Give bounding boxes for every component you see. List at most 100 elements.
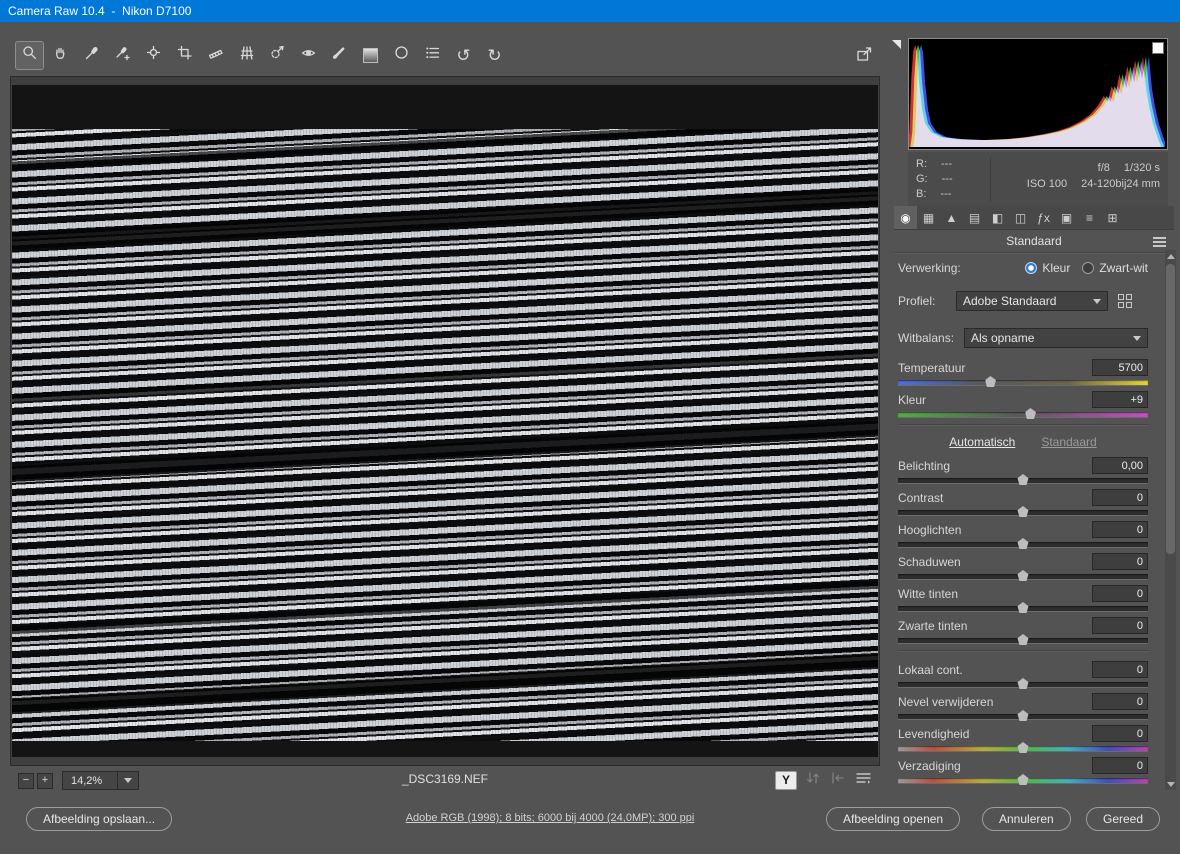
titlebar[interactable]: Camera Raw 10.4 - Nikon D7100 [0,0,1180,22]
white-balance-select[interactable]: Als opname [964,328,1148,348]
automatisch-link[interactable]: Automatisch [949,435,1015,451]
rotate-left-button[interactable]: ↺ [450,42,477,69]
save-image-button[interactable]: Afbeelding opslaan... [26,807,173,831]
tab-lens-corrections[interactable]: ◫ [1009,206,1032,229]
scroll-up-arrow[interactable] [1165,250,1176,262]
panel-menu-icon[interactable] [1153,235,1166,249]
tab-presets[interactable]: ≡ [1078,206,1101,229]
slider-track[interactable] [898,376,1148,387]
crop-icon [176,44,194,67]
workflow-options-link[interactable]: Adobe RGB (1998); 8 bits; 6000 bij 4000 … [406,812,695,824]
targeted-adjustment-tool-button[interactable] [140,42,167,69]
slider-value-input[interactable] [1092,391,1148,408]
slider-value-input[interactable] [1092,585,1148,602]
shadow-clipping-indicator[interactable] [892,40,901,49]
tab-tone-curve[interactable]: ▦ [917,206,940,229]
slider-nevel-verwijderen: Nevel verwijderen [898,693,1148,721]
witbalans-label: Witbalans: [898,331,955,345]
profile-select-value: Adobe Standaard [963,294,1057,308]
slider-thumb[interactable] [1017,602,1029,613]
slider-label: Lokaal cont. [898,662,963,677]
color-sampler-tool-button[interactable] [109,42,136,69]
slider-value-input[interactable] [1092,725,1148,742]
highlight-clipping-indicator[interactable] [1152,42,1164,54]
slider-track[interactable] [898,570,1148,581]
slider-track[interactable] [898,634,1148,645]
tab-hsl-grayscale[interactable]: ▤ [963,206,986,229]
slider-track[interactable] [898,538,1148,549]
slider-thumb[interactable] [1017,570,1029,581]
slider-value-input[interactable] [1092,661,1148,678]
slider-value-input[interactable] [1092,489,1148,506]
slider-track[interactable] [898,774,1148,785]
spot-removal-tool-button[interactable] [264,42,291,69]
profile-browser-icon[interactable] [1118,294,1132,308]
slider-track[interactable] [898,474,1148,485]
slider-value-input[interactable] [1092,359,1148,376]
slider-value-input[interactable] [1092,617,1148,634]
slider-track[interactable] [898,678,1148,689]
tab-snapshots[interactable]: ⊞ [1101,206,1124,229]
white-balance-tool-button[interactable] [78,42,105,69]
slider-value-input[interactable] [1092,693,1148,710]
graduated-filter-tool-button[interactable] [357,42,384,69]
slider-track[interactable] [898,742,1148,753]
slider-value-input[interactable] [1092,757,1148,774]
slider-thumb[interactable] [985,376,996,387]
tab-split-toning[interactable]: ◧ [986,206,1009,229]
chevron-down-icon [1093,298,1101,304]
straighten-tool-button[interactable] [202,42,229,69]
slider-track[interactable] [898,506,1148,517]
copy-settings-button[interactable] [829,769,847,792]
preview-frame [10,76,880,766]
slider-track[interactable] [898,408,1148,419]
standaard-link[interactable]: Standaard [1041,435,1096,451]
slider-track[interactable] [898,602,1148,613]
zoom-tool-button[interactable] [15,41,44,70]
scroll-down-arrow[interactable] [1165,778,1176,790]
slider-track[interactable] [898,710,1148,721]
profile-select[interactable]: Adobe Standaard [956,291,1108,311]
red-eye-tool-button[interactable] [295,42,322,69]
before-after-controls: Y [775,769,874,792]
slider-thumb[interactable] [1017,474,1029,485]
slider-thumb[interactable] [1017,634,1029,645]
settings-list-button[interactable] [419,42,446,69]
rotate-right-button[interactable]: ↻ [481,42,508,69]
slider-thumb[interactable] [1017,538,1029,549]
before-after-view-button[interactable]: Y [775,771,797,790]
transform-tool-button[interactable] [233,42,260,69]
tab-effects[interactable]: ƒx [1032,206,1055,229]
swap-before-after-button[interactable] [804,769,822,792]
exif-readout: f/8 1/320 s ISO 100 24-120bij24 mm [1001,157,1160,202]
tab-camera-calibration[interactable]: ▣ [1055,206,1078,229]
open-image-button[interactable]: Afbeelding openen [826,807,961,831]
slider-thumb[interactable] [1017,710,1029,721]
scrollbar-thumb[interactable] [1166,264,1175,554]
slider-value-input[interactable] [1092,457,1148,474]
g-label: G: [916,173,928,185]
preview-options-button[interactable] [854,769,874,792]
crop-tool-button[interactable] [171,42,198,69]
slider-thumb[interactable] [1017,506,1029,517]
slider-thumb[interactable] [1017,678,1029,689]
panel-scrollbar[interactable] [1165,250,1176,790]
done-button[interactable]: Gereed [1086,807,1161,831]
cancel-button[interactable]: Annuleren [982,807,1071,831]
radio-zwart-wit[interactable]: Zwart-wit [1082,261,1148,275]
radial-filter-tool-button[interactable] [388,42,415,69]
radio-kleur[interactable]: Kleur [1025,261,1070,275]
slider-thumb[interactable] [1017,742,1029,753]
image-preview[interactable] [12,85,878,757]
fullscreen-toggle-button[interactable] [852,44,878,70]
hand-tool-button[interactable] [47,42,74,69]
adjustment-brush-tool-button[interactable] [326,42,353,69]
slider-thumb[interactable] [1025,408,1036,419]
slider-value-input[interactable] [1092,521,1148,538]
slider-value-input[interactable] [1092,553,1148,570]
tab-detail[interactable]: ▲ [940,206,963,229]
window-title: Camera Raw 10.4 - Nikon D7100 [8,4,192,18]
slider-label: Zwarte tinten [898,618,968,633]
slider-thumb[interactable] [1017,774,1029,785]
tab-basic[interactable]: ◉ [894,206,917,229]
